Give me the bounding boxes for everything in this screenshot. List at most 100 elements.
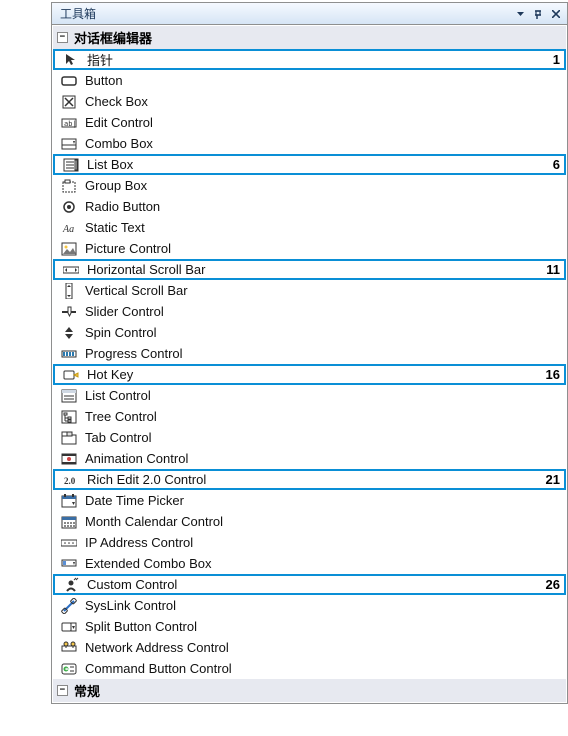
toolbox-item[interactable]: List Box 6: [53, 154, 566, 175]
toolbox-item-label: IP Address Control: [85, 535, 193, 550]
collapse-icon[interactable]: −: [57, 685, 68, 696]
toolbox-item[interactable]: Progress Control: [53, 343, 566, 364]
toolbox-item[interactable]: IP Address Control: [53, 532, 566, 553]
statictext-icon: Aa: [61, 220, 77, 236]
row-number: 1: [553, 52, 560, 67]
toolbox-item-label: Hot Key: [87, 367, 133, 382]
row-number: 11: [546, 262, 560, 277]
row-number: 21: [546, 472, 560, 487]
toolbox-item[interactable]: Hot Key 16: [53, 364, 566, 385]
dropdown-icon[interactable]: [511, 6, 529, 22]
tab-icon: [61, 430, 77, 446]
toolbox-items: − 对话框编辑器 指针1 Button Check Box ab| Edit Contr…: [52, 25, 567, 703]
toolbox-item-label: Month Calendar Control: [85, 514, 223, 529]
toolbox-item-label: Static Text: [85, 220, 145, 235]
toolbox-item-label: Group Box: [85, 178, 147, 193]
toolbox-item-label: Split Button Control: [85, 619, 197, 634]
toolbox-item[interactable]: Group Box: [53, 175, 566, 196]
toolbox-item[interactable]: Command Button Control: [53, 658, 566, 679]
toolbox-item-label: List Box: [87, 157, 133, 172]
svg-text:Aa: Aa: [62, 224, 74, 235]
toolbox-item[interactable]: Tree Control: [53, 406, 566, 427]
toolbox-item-label: Network Address Control: [85, 640, 229, 655]
toolbox-item[interactable]: Tab Control: [53, 427, 566, 448]
toolbox-item[interactable]: Check Box: [53, 91, 566, 112]
toolbox-item-label: SysLink Control: [85, 598, 176, 613]
ip-icon: [61, 535, 77, 551]
hscroll-icon: [63, 262, 79, 278]
toolbox-item[interactable]: Month Calendar Control: [53, 511, 566, 532]
close-icon[interactable]: [547, 6, 565, 22]
toolbox-item[interactable]: Custom Control 26: [53, 574, 566, 595]
toolbox-item[interactable]: ab| Edit Control: [53, 112, 566, 133]
picture-icon: [61, 241, 77, 257]
toolbox-item[interactable]: Button: [53, 70, 566, 91]
toolbox-item-label: Picture Control: [85, 241, 171, 256]
checkbox-icon: [61, 94, 77, 110]
toolbox-item[interactable]: SysLink Control: [53, 595, 566, 616]
groupbox-icon: [61, 178, 77, 194]
toolbox-item-label: Vertical Scroll Bar: [85, 283, 188, 298]
toolbox-item[interactable]: Radio Button: [53, 196, 566, 217]
row-number: 16: [546, 367, 560, 382]
combobox-icon: [61, 136, 77, 152]
collapse-icon[interactable]: −: [57, 32, 68, 43]
toolbox-item-label: Spin Control: [85, 325, 157, 340]
animation-icon: [61, 451, 77, 467]
slider-icon: [61, 304, 77, 320]
richedit-icon: 2.0: [63, 472, 79, 488]
svg-text:ab|: ab|: [64, 120, 77, 128]
toolbox-item-label: Edit Control: [85, 115, 153, 130]
syslink-icon: [61, 598, 77, 614]
datetime-icon: [61, 493, 77, 509]
row-number: 6: [553, 157, 560, 172]
toolbox-item-label: Command Button Control: [85, 661, 232, 676]
toolbox-item[interactable]: Spin Control: [53, 322, 566, 343]
toolbox-item[interactable]: 2.0 Rich Edit 2.0 Control 21: [53, 469, 566, 490]
cmdbutton-icon: [61, 661, 77, 677]
toolbox-item-label: Tab Control: [85, 430, 151, 445]
toolbox-panel: 工具箱 − 对话框编辑器 指针1 Button Check Box ab| Edit C…: [51, 2, 568, 704]
pointer-icon: [63, 52, 79, 68]
toolbox-item-label: Tree Control: [85, 409, 157, 424]
toolbox-item-label: List Control: [85, 388, 151, 403]
row-number: 26: [546, 577, 560, 592]
hotkey-icon: [63, 367, 79, 383]
toolbox-item[interactable]: Date Time Picker: [53, 490, 566, 511]
toolbox-item-label: Progress Control: [85, 346, 183, 361]
toolbox-item-label: Slider Control: [85, 304, 164, 319]
toolbox-item[interactable]: Extended Combo Box: [53, 553, 566, 574]
toolbox-item-label: Horizontal Scroll Bar: [87, 262, 206, 277]
section-dialog-editor[interactable]: − 对话框编辑器: [53, 26, 566, 49]
toolbox-item[interactable]: List Control: [53, 385, 566, 406]
section-general[interactable]: − 常规: [53, 679, 566, 702]
month-icon: [61, 514, 77, 530]
toolbox-item[interactable]: Animation Control: [53, 448, 566, 469]
edit-icon: ab|: [61, 115, 77, 131]
toolbox-item-label: Check Box: [85, 94, 148, 109]
section-label: 对话框编辑器: [74, 28, 152, 47]
toolbox-title: 工具箱: [60, 5, 96, 22]
toolbox-item[interactable]: Network Address Control: [53, 637, 566, 658]
toolbox-item[interactable]: Horizontal Scroll Bar 11: [53, 259, 566, 280]
toolbox-item[interactable]: Split Button Control: [53, 616, 566, 637]
toolbox-item[interactable]: Picture Control: [53, 238, 566, 259]
custom-icon: [63, 577, 79, 593]
toolbox-item-label: Rich Edit 2.0 Control: [87, 472, 206, 487]
listctrl-icon: [61, 388, 77, 404]
svg-text:2.0: 2.0: [64, 476, 76, 486]
toolbox-item[interactable]: Slider Control: [53, 301, 566, 322]
toolbox-item-label: Combo Box: [85, 136, 153, 151]
toolbox-item-label: Custom Control: [87, 577, 177, 592]
toolbox-item[interactable]: Vertical Scroll Bar: [53, 280, 566, 301]
toolbox-titlebar[interactable]: 工具箱: [52, 3, 567, 25]
pin-icon[interactable]: [529, 6, 547, 22]
progress-icon: [61, 346, 77, 362]
toolbox-item-label: Animation Control: [85, 451, 188, 466]
toolbox-item-label: Button: [85, 73, 123, 88]
toolbox-item-label: Radio Button: [85, 199, 160, 214]
toolbox-item[interactable]: 指针1: [53, 49, 566, 70]
toolbox-item[interactable]: Combo Box: [53, 133, 566, 154]
toolbox-item[interactable]: Aa Static Text: [53, 217, 566, 238]
section-label: 常规: [74, 681, 100, 700]
